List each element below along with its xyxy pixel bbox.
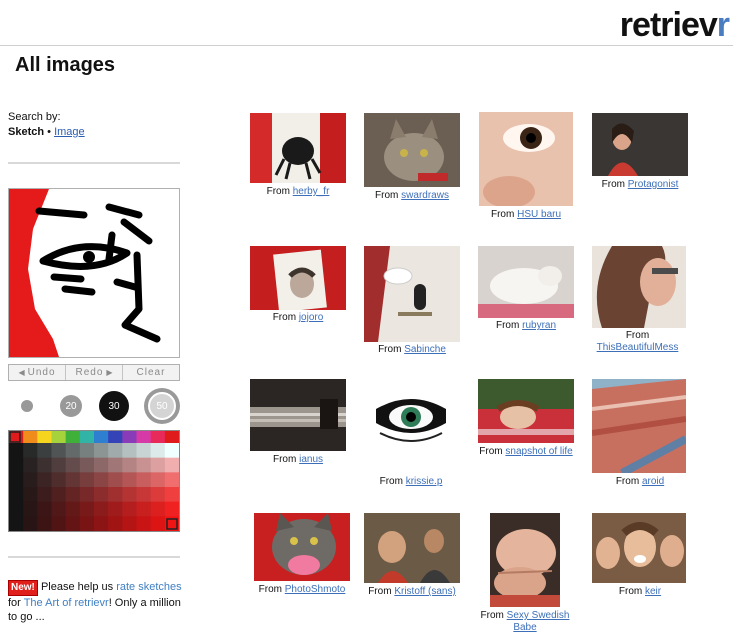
- result-thumbnail[interactable]: [490, 513, 560, 607]
- result-user-link[interactable]: Sexy Swedish Babe: [507, 610, 570, 633]
- from-label: From: [272, 312, 297, 323]
- undo-label: Undo: [27, 367, 56, 378]
- from-label: From: [615, 476, 640, 487]
- result-thumbnail[interactable]: [364, 113, 460, 187]
- header-divider: [0, 45, 733, 46]
- brush-size-30[interactable]: 30: [99, 391, 129, 421]
- result-thumbnail[interactable]: [376, 379, 446, 473]
- search-by-label: Search by:: [8, 111, 61, 123]
- result-thumbnail[interactable]: [592, 113, 688, 176]
- result-caption: From Sexy Swedish Babe: [470, 610, 580, 634]
- clear-button[interactable]: Clear: [123, 365, 179, 380]
- sketch-toolbar: ◀ Undo Redo ▶ Clear: [8, 364, 180, 381]
- page-title: All images: [15, 54, 116, 76]
- result-thumbnail[interactable]: [478, 379, 574, 443]
- result-user-link[interactable]: herby_fr: [293, 186, 330, 197]
- result-user-link[interactable]: PhotoShmoto: [285, 584, 346, 595]
- result-user-link[interactable]: krissie.p: [406, 476, 443, 487]
- result-user-link[interactable]: HSU baru: [517, 209, 561, 220]
- news-text-2: for: [8, 597, 21, 609]
- result-caption: From aroid: [594, 476, 686, 488]
- news-message: New! Please help us rate sketches for Th…: [8, 580, 193, 624]
- retrievr-logo[interactable]: retrievr: [619, 6, 730, 45]
- from-label: From: [375, 190, 399, 201]
- color-palette[interactable]: [8, 430, 180, 532]
- redo-arrow-icon: ▶: [106, 368, 113, 377]
- from-label: From: [258, 584, 282, 595]
- result-caption: From ianus: [252, 454, 344, 466]
- result-caption: From ThisBeautifulMess: [580, 330, 695, 354]
- logo-main: retriev: [619, 6, 718, 44]
- result-thumbnail[interactable]: [479, 112, 573, 206]
- result-thumbnail[interactable]: [250, 379, 346, 451]
- result-user-link[interactable]: ianus: [299, 454, 323, 465]
- from-label: From: [378, 344, 402, 355]
- result-caption: From snapshot of life: [470, 446, 582, 458]
- from-label: From: [490, 209, 515, 220]
- result-caption: From krissie.p: [365, 476, 457, 488]
- result-caption: From Sabinche: [366, 344, 458, 356]
- undo-arrow-icon: ◀: [18, 368, 25, 377]
- result-thumbnail[interactable]: [250, 113, 346, 183]
- result-caption: From Kristoff (sans): [360, 586, 464, 598]
- result-thumbnail[interactable]: [364, 246, 460, 342]
- from-label: From: [379, 476, 403, 487]
- result-user-link[interactable]: Sabinche: [404, 344, 446, 355]
- result-user-link[interactable]: aroid: [642, 476, 664, 487]
- result-user-link[interactable]: Kristoff (sans): [394, 586, 456, 597]
- result-caption: From jojoro: [252, 312, 344, 324]
- mode-image-link[interactable]: Image: [54, 126, 85, 138]
- from-label: From: [601, 179, 625, 190]
- brush-size-small[interactable]: [21, 400, 33, 412]
- brush-size-20[interactable]: 20: [60, 395, 82, 417]
- result-user-link[interactable]: Protagonist: [628, 179, 679, 190]
- result-thumbnail[interactable]: [478, 246, 574, 318]
- from-label: From: [495, 320, 520, 331]
- mode-sketch[interactable]: Sketch: [8, 126, 44, 138]
- result-user-link[interactable]: snapshot of life: [505, 446, 572, 457]
- from-label: From: [272, 454, 297, 465]
- result-user-link[interactable]: rubyran: [522, 320, 556, 331]
- result-thumbnail[interactable]: [592, 379, 686, 473]
- result-caption: From PhotoShmoto: [256, 584, 348, 596]
- result-caption: From rubyran: [479, 320, 573, 332]
- result-caption: From HSU baru: [480, 209, 572, 221]
- result-caption: From Protagonist: [594, 179, 686, 191]
- from-label: From: [480, 610, 504, 621]
- brush-size-50[interactable]: 50: [144, 388, 180, 424]
- redo-button[interactable]: Redo ▶: [66, 365, 123, 380]
- redo-label: Redo: [75, 367, 104, 378]
- result-thumbnail[interactable]: [364, 513, 460, 583]
- logo-accent: r: [716, 6, 730, 44]
- result-user-link[interactable]: jojoro: [299, 312, 323, 323]
- result-thumbnail[interactable]: [592, 246, 686, 328]
- result-thumbnail[interactable]: [250, 246, 346, 310]
- from-label: From: [479, 446, 503, 457]
- result-thumbnail[interactable]: [254, 513, 350, 581]
- sidebar-divider-bottom: [8, 556, 180, 558]
- sketch-canvas[interactable]: [8, 188, 180, 358]
- result-caption: From swardraws: [366, 190, 458, 202]
- from-label: From: [368, 586, 392, 597]
- news-text-1: Please help us: [40, 581, 114, 593]
- brush-size-50-label: 50: [148, 392, 176, 420]
- result-user-link[interactable]: swardraws: [401, 190, 449, 201]
- search-mode-selector: Sketch • Image: [8, 126, 85, 138]
- result-user-link[interactable]: keir: [645, 586, 661, 597]
- result-user-link[interactable]: ThisBeautifulMess: [597, 342, 679, 353]
- from-label: From: [625, 330, 650, 341]
- sidebar-divider-top: [8, 162, 180, 164]
- from-label: From: [618, 586, 643, 597]
- from-label: From: [266, 186, 290, 197]
- mode-separator: •: [47, 126, 51, 138]
- clear-label: Clear: [136, 367, 166, 378]
- undo-button[interactable]: ◀ Undo: [9, 365, 66, 380]
- result-caption: From keir: [594, 586, 686, 598]
- result-thumbnail[interactable]: [592, 513, 686, 583]
- result-caption: From herby_fr: [252, 186, 344, 198]
- new-badge: New!: [8, 580, 38, 596]
- rate-sketches-link[interactable]: rate sketches: [116, 581, 181, 593]
- art-of-retrievr-link[interactable]: The Art of retrievr: [24, 597, 109, 609]
